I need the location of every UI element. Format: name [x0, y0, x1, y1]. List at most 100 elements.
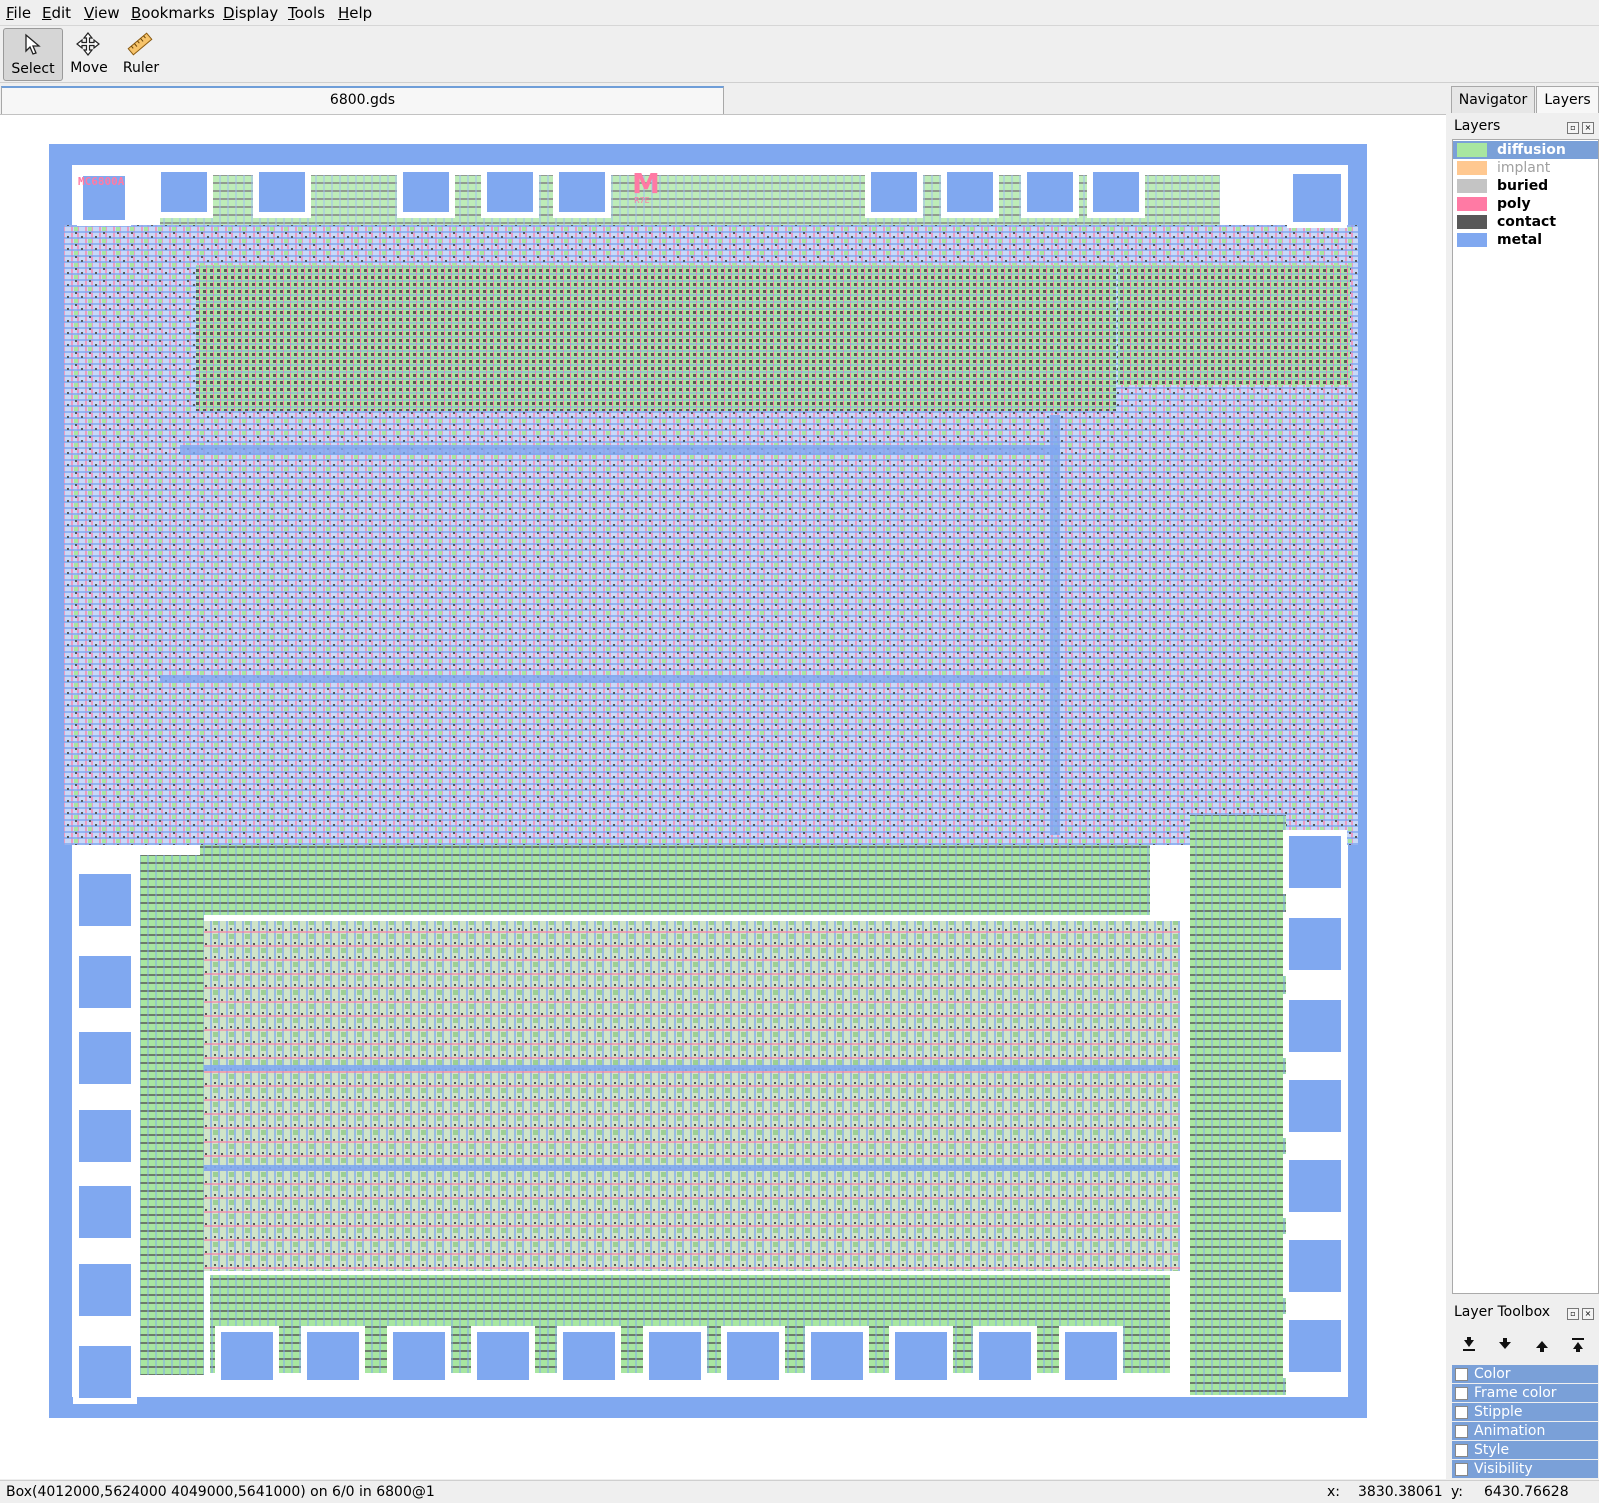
checkbox[interactable] [1455, 1425, 1468, 1438]
layer-row-diffusion[interactable]: diffusion [1453, 141, 1598, 159]
document-tab-title: 6800.gds [329, 92, 396, 108]
layer-name: diffusion [1497, 142, 1566, 158]
x-coord-label: x: [1327, 1484, 1341, 1500]
layer-row-contact[interactable]: contact [1453, 213, 1598, 231]
property-label: Stipple [1474, 1404, 1523, 1420]
chip-year-mark: R7E [634, 196, 650, 205]
menu-view[interactable]: View [84, 4, 120, 22]
bond-pad [215, 1326, 279, 1386]
move-down-icon[interactable] [1492, 1334, 1518, 1356]
property-label: Animation [1474, 1423, 1546, 1439]
bond-pad [1087, 166, 1145, 218]
layer-swatch [1457, 179, 1487, 193]
layer-swatch [1457, 161, 1487, 175]
move-up-icon[interactable] [1529, 1334, 1555, 1356]
status-message: Box(4012000,5624000 4049000,5641000) on … [6, 1484, 435, 1500]
float-panel-icon[interactable]: ▫ [1567, 122, 1579, 134]
checkbox[interactable] [1455, 1387, 1468, 1400]
tab-layers-label: Layers [1544, 92, 1591, 108]
layer-row-buried[interactable]: buried [1453, 177, 1598, 195]
chip-logo-text: MC6800A [78, 175, 125, 188]
metal-bus [204, 1065, 1180, 1071]
close-panel-icon[interactable]: × [1582, 122, 1594, 134]
select-tool-label: Select [11, 61, 55, 77]
bond-pad [1283, 994, 1347, 1058]
bond-pad [301, 1326, 365, 1386]
property-color[interactable]: Color [1452, 1365, 1598, 1383]
bond-pad [73, 1104, 137, 1168]
menu-bookmarks[interactable]: Bookmarks [131, 4, 215, 22]
property-animation[interactable]: Animation [1452, 1422, 1598, 1440]
move-tool-label: Move [70, 60, 108, 76]
menu-edit[interactable]: Edit [42, 4, 71, 22]
bond-pad [889, 1326, 953, 1386]
property-stipple[interactable]: Stipple [1452, 1403, 1598, 1421]
toolbar: Select Move Ruler [0, 26, 1599, 83]
menu-help[interactable]: Help [338, 4, 372, 22]
x-coord-value: 3830.38061 [1358, 1484, 1443, 1500]
tab-navigator[interactable]: Navigator [1451, 86, 1535, 113]
menu-display[interactable]: Display [223, 4, 278, 22]
checkbox[interactable] [1455, 1368, 1468, 1381]
chip-layout-view[interactable]: MC6800A M R7E [0, 115, 1446, 1479]
metal-bus [204, 1165, 1180, 1171]
bond-pad [805, 1326, 869, 1386]
float-toolbox-icon[interactable]: ▫ [1567, 1308, 1579, 1320]
menu-file[interactable]: File [6, 4, 31, 22]
layer-row-poly[interactable]: poly [1453, 195, 1598, 213]
layer-row-metal[interactable]: metal [1453, 231, 1598, 249]
document-tab[interactable]: 6800.gds [1, 86, 724, 115]
property-label: Visibility [1474, 1461, 1533, 1477]
close-toolbox-icon[interactable]: × [1582, 1308, 1594, 1320]
property-label: Frame color [1474, 1385, 1557, 1401]
move-to-bottom-icon[interactable] [1456, 1334, 1482, 1356]
bond-pad [481, 166, 539, 218]
register-array [196, 265, 1116, 411]
checkbox[interactable] [1455, 1406, 1468, 1419]
bond-pad [973, 1326, 1037, 1386]
bond-pad [253, 166, 311, 218]
menu-tools[interactable]: Tools [288, 4, 325, 22]
bond-pad [643, 1326, 707, 1386]
layer-row-implant[interactable]: implant [1453, 159, 1598, 177]
property-label: Color [1474, 1366, 1511, 1382]
y-coord-label: y: [1451, 1484, 1463, 1500]
layer-swatch [1457, 233, 1487, 247]
bond-pad [1287, 168, 1347, 228]
move-arrows-icon [76, 32, 100, 56]
metal-bus [160, 675, 1060, 683]
layer-swatch [1457, 143, 1487, 157]
bond-pad [1059, 1326, 1123, 1386]
bond-pad [471, 1326, 535, 1386]
bond-pad [73, 950, 137, 1014]
left-io-buffers [140, 855, 204, 1375]
bond-pad [73, 1026, 137, 1090]
layer-name: metal [1497, 232, 1543, 248]
tab-navigator-label: Navigator [1458, 92, 1528, 108]
bond-pad [557, 1326, 621, 1386]
bus-driver-strip [200, 845, 1150, 915]
layer-name: implant [1497, 160, 1551, 176]
cursor-arrow-icon [25, 33, 41, 55]
status-bar: Box(4012000,5624000 4049000,5641000) on … [0, 1480, 1599, 1503]
tab-layers[interactable]: Layers [1536, 86, 1599, 113]
move-tool-button[interactable]: Move [60, 28, 118, 79]
bond-pad [941, 166, 999, 218]
bond-pad [387, 1326, 451, 1386]
ruler-tool-button[interactable]: Ruler [112, 28, 170, 79]
property-label: Style [1474, 1442, 1510, 1458]
select-tool-button[interactable]: Select [3, 28, 63, 81]
property-visibility[interactable]: Visibility [1452, 1460, 1598, 1478]
checkbox[interactable] [1455, 1444, 1468, 1457]
bond-pad [1283, 912, 1347, 976]
move-to-top-icon[interactable] [1565, 1334, 1591, 1356]
lower-logic-block [204, 921, 1180, 1271]
bond-pad [73, 1180, 137, 1244]
layout-canvas[interactable]: MC6800A M R7E [0, 115, 1446, 1479]
checkbox[interactable] [1455, 1463, 1468, 1476]
bond-pad [397, 166, 455, 218]
property-style[interactable]: Style [1452, 1441, 1598, 1459]
bond-pad [1283, 830, 1347, 894]
bond-pad [1283, 1234, 1347, 1298]
property-frame-color[interactable]: Frame color [1452, 1384, 1598, 1402]
